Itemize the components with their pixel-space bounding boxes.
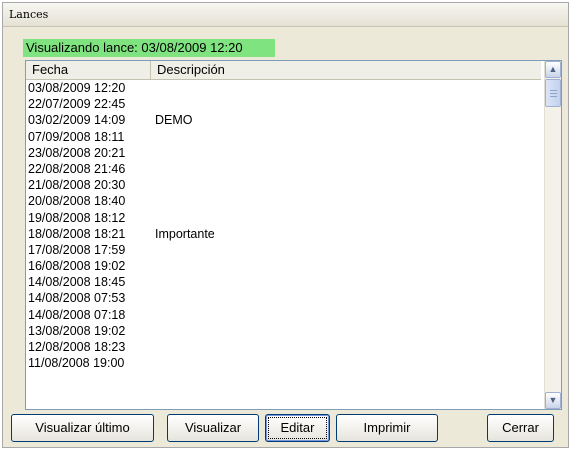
cell-descripcion: DEMO <box>155 113 193 128</box>
cell-descripcion: Importante <box>155 226 215 241</box>
list-rows: 03/08/2009 12:20 22/07/2009 22:45 03/02/20… <box>26 80 541 371</box>
cell-fecha: 14/08/2008 18:45 <box>28 275 126 290</box>
print-button[interactable]: Imprimir <box>336 414 438 442</box>
lances-list[interactable]: Fecha Descripción 03/08/2009 12:20 22/07/… <box>25 60 562 410</box>
cell-fecha: 14/08/2008 07:18 <box>28 307 126 322</box>
cell-fecha: 23/08/2008 20:21 <box>28 145 126 160</box>
column-header-fecha[interactable]: Fecha <box>26 61 151 79</box>
table-row[interactable]: 16/08/2008 19:02 <box>26 258 541 274</box>
table-row[interactable]: 18/08/2008 18:21 Importante <box>26 226 541 242</box>
table-row[interactable]: 13/08/2008 19:02 <box>26 323 541 339</box>
cell-fecha: 22/08/2008 21:46 <box>28 161 126 176</box>
list-header: Fecha Descripción <box>26 61 541 80</box>
cell-fecha: 03/08/2009 12:20 <box>28 81 126 95</box>
cell-fecha: 21/08/2008 20:30 <box>28 178 126 193</box>
table-row[interactable]: 07/09/2008 18:11 <box>26 129 541 145</box>
window-title: Lances <box>9 8 49 21</box>
table-row[interactable]: 03/08/2009 12:20 <box>26 80 541 96</box>
cell-fecha: 16/08/2008 19:02 <box>28 259 126 274</box>
lances-window: Lances Visualizando lance: 03/08/2009 12… <box>2 2 569 448</box>
table-row[interactable]: 23/08/2008 20:21 <box>26 145 541 161</box>
cell-fecha: 14/08/2008 07:53 <box>28 291 126 306</box>
cell-fecha: 18/08/2008 18:21 <box>28 226 126 241</box>
table-row[interactable]: 19/08/2008 18:12 <box>26 210 541 226</box>
cell-fecha: 11/08/2008 19:00 <box>28 356 125 371</box>
cell-fecha: 22/07/2009 22:45 <box>28 97 126 112</box>
edit-button[interactable]: Editar <box>265 414 330 442</box>
cell-fecha: 03/02/2009 14:09 <box>28 113 126 128</box>
view-button[interactable]: Visualizar <box>167 414 259 442</box>
table-row[interactable]: 11/08/2008 19:00 <box>26 355 541 371</box>
table-row[interactable]: 03/02/2009 14:09 DEMO <box>26 112 541 128</box>
chevron-down-icon[interactable]: ▼ <box>545 392 561 409</box>
table-row[interactable]: 22/08/2008 21:46 <box>26 161 541 177</box>
column-header-descripcion[interactable]: Descripción <box>151 61 541 79</box>
cell-fecha: 20/08/2008 18:40 <box>28 194 126 209</box>
view-last-button[interactable]: Visualizar último <box>11 414 154 442</box>
scrollbar-thumb[interactable] <box>545 79 561 107</box>
cell-fecha: 17/08/2008 17:59 <box>28 242 126 257</box>
table-row[interactable]: 14/08/2008 18:45 <box>26 274 541 290</box>
cell-fecha: 13/08/2008 19:02 <box>28 323 126 338</box>
table-row[interactable]: 22/07/2009 22:45 <box>26 96 541 112</box>
table-row[interactable]: 17/08/2008 17:59 <box>26 242 541 258</box>
vertical-scrollbar[interactable]: ▲ ▼ <box>544 61 561 409</box>
status-banner: Visualizando lance: 03/08/2009 12:20 <box>23 39 275 57</box>
cell-fecha: 19/08/2008 18:12 <box>28 210 126 225</box>
cell-fecha: 12/08/2008 18:23 <box>28 340 126 354</box>
table-row[interactable]: 20/08/2008 18:40 <box>26 193 541 209</box>
table-row[interactable]: 14/08/2008 07:18 <box>26 307 541 323</box>
chevron-up-icon[interactable]: ▲ <box>545 61 561 78</box>
cell-fecha: 07/09/2008 18:11 <box>28 129 125 144</box>
table-row[interactable]: 12/08/2008 18:23 <box>26 339 541 355</box>
table-row[interactable]: 21/08/2008 20:30 <box>26 177 541 193</box>
table-row[interactable]: 14/08/2008 07:53 <box>26 290 541 306</box>
title-bar[interactable]: Lances <box>3 3 568 27</box>
close-button[interactable]: Cerrar <box>487 414 554 442</box>
